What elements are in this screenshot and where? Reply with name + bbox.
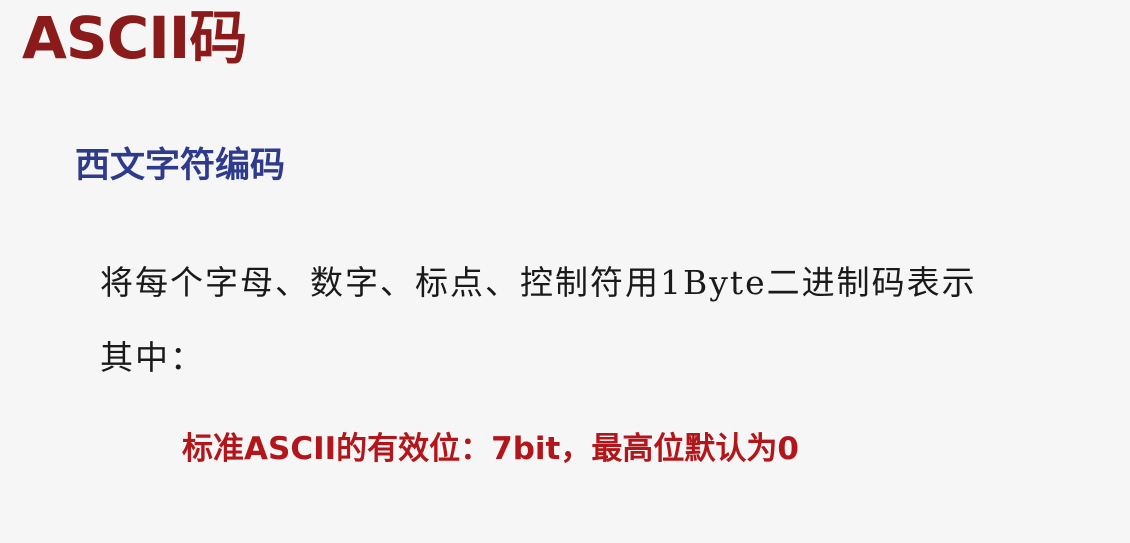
slide-subtitle: 西文字符编码	[75, 146, 286, 186]
body-line-2: 其中：	[100, 338, 205, 377]
slide: ASCII码 西文字符编码 将每个字母、数字、标点、控制符用1Byte二进制码表…	[0, 0, 1130, 543]
slide-title: ASCII码	[22, 4, 247, 72]
highlight-note: 标准ASCII的有效位：7bit，最高位默认为0	[182, 431, 799, 467]
body-line-1: 将每个字母、数字、标点、控制符用1Byte二进制码表示	[100, 263, 977, 302]
